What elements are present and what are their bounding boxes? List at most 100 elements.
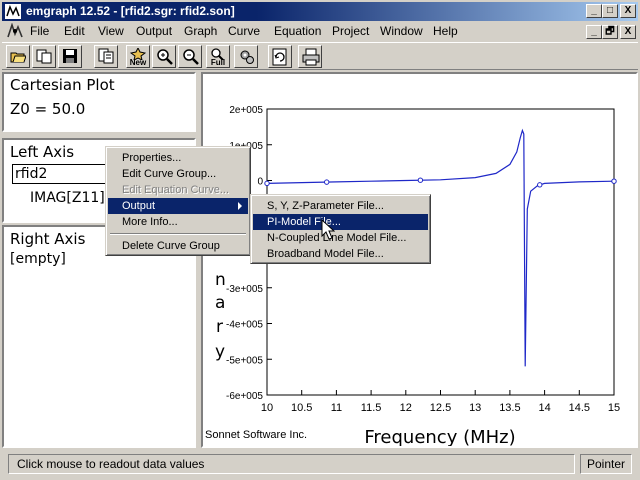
toolbar: New Full (2, 42, 638, 70)
y-tick-label: 2e+005 (229, 105, 263, 116)
maximize-button[interactable]: □ (602, 4, 618, 18)
y-label-fragment-2: a (215, 293, 225, 313)
mouse-pointer-icon (321, 219, 335, 240)
menu-broadband-model-file[interactable]: Broadband Model File... (253, 246, 428, 262)
plot-type-label: Cartesian Plot (10, 76, 115, 94)
menu-help[interactable]: Help (433, 24, 458, 38)
clipboard-icon (98, 48, 114, 64)
copy-file-button[interactable] (32, 45, 56, 68)
menu-graph[interactable]: Graph (184, 24, 217, 38)
menu-delete-curve-group[interactable]: Delete Curve Group (108, 238, 248, 254)
refresh-icon (272, 48, 287, 66)
data-point (264, 180, 270, 187)
close-button[interactable]: X (620, 4, 636, 18)
menu-window[interactable]: Window (380, 24, 423, 38)
new-button[interactable]: New (126, 45, 150, 68)
menu-more-info[interactable]: More Info... (108, 214, 248, 230)
document-icon[interactable] (6, 23, 24, 39)
zoom-in-button[interactable] (152, 45, 176, 68)
settings-icon (240, 50, 254, 64)
y-label-fragment-1: n (215, 270, 226, 290)
left-axis-heading: Left Axis (10, 143, 75, 161)
z0-label: Z0 = 50.0 (10, 100, 86, 118)
credit-label: Sonnet Software Inc. (205, 429, 307, 441)
y-tick-label: 0 (257, 177, 263, 188)
status-mode: Pointer (580, 454, 632, 474)
x-axis-label: Frequency (MHz) (364, 427, 515, 446)
data-point (323, 179, 330, 185)
print-button[interactable] (298, 45, 322, 68)
menu-view[interactable]: View (98, 24, 124, 38)
x-tick-label: 11 (331, 402, 342, 414)
copy-icon (36, 49, 52, 64)
submenu-arrow-icon (238, 202, 242, 210)
zoom-out-icon (183, 49, 199, 65)
output-submenu: S, Y, Z-Parameter File... PI-Model File.… (250, 194, 431, 264)
x-tick-label: 14.5 (569, 402, 590, 414)
menu-output-submenu[interactable]: Output (108, 198, 248, 214)
menu-separator (110, 233, 246, 235)
window-title: emgraph 12.52 - [rfid2.sgr: rfid2.son] (26, 4, 235, 18)
menu-edit-curve-group[interactable]: Edit Curve Group... (108, 166, 248, 182)
status-bar: Click mouse to readout data values Point… (2, 451, 638, 478)
menu-bar: File Edit View Output Graph Curve Equati… (2, 22, 638, 41)
title-bar[interactable]: emgraph 12.52 - [rfid2.sgr: rfid2.son] _… (2, 2, 638, 21)
menu-properties[interactable]: Properties... (108, 150, 248, 166)
print-icon (302, 48, 320, 66)
right-axis-panel[interactable]: Right Axis [empty] (2, 225, 196, 448)
zoom-in-icon (157, 49, 173, 65)
x-tick-label: 12 (400, 402, 412, 414)
menu-syz-parameter-file[interactable]: S, Y, Z-Parameter File... (253, 198, 428, 214)
y-tick-label: -4e+005 (226, 320, 263, 331)
menu-edit[interactable]: Edit (64, 24, 85, 38)
right-axis-empty-label: [empty] (10, 251, 66, 267)
right-axis-heading: Right Axis (10, 230, 86, 248)
menu-edit-equation-curve: Edit Equation Curve... (122, 184, 230, 196)
open-icon (10, 52, 26, 63)
y-tick-label: -5e+005 (226, 355, 263, 366)
mdi-restore-button[interactable]: 🗗 (602, 25, 618, 39)
x-tick-label: 11.5 (361, 402, 382, 414)
curve-item[interactable]: IMAG[Z11] (30, 190, 105, 206)
app-logo-icon (5, 4, 21, 19)
x-tick-label: 10.5 (291, 402, 312, 414)
menu-output[interactable]: Output (136, 24, 172, 38)
curve-context-menu: Properties... Edit Curve Group... Edit E… (105, 146, 251, 256)
full-label: Full (210, 58, 226, 67)
x-tick-label: 14 (538, 402, 550, 414)
menu-file[interactable]: File (30, 24, 49, 38)
x-tick-label: 12.5 (430, 402, 451, 414)
save-icon (63, 49, 77, 63)
x-tick-label: 13 (469, 402, 481, 414)
save-button[interactable] (58, 45, 82, 68)
mdi-minimize-button[interactable]: _ (586, 25, 602, 39)
new-label: New (129, 58, 147, 67)
menu-output-label: Output (122, 200, 156, 212)
zoom-full-button[interactable]: Full (206, 45, 230, 68)
x-tick-label: 15 (608, 402, 620, 414)
data-point (611, 178, 617, 184)
x-tick-label: 13.5 (499, 402, 520, 414)
data-point (417, 177, 424, 183)
y-label-fragment-4: y (215, 342, 225, 362)
data-point (537, 182, 543, 188)
clipboard-button[interactable] (94, 45, 118, 68)
x-tick-label: 10 (261, 402, 273, 414)
refresh-button[interactable] (268, 45, 292, 68)
status-message: Click mouse to readout data values (8, 454, 575, 474)
settings-button[interactable] (234, 45, 258, 68)
open-button[interactable] (6, 45, 30, 68)
curve-group-combo[interactable]: rfid2 (12, 164, 112, 184)
menu-pi-model-file[interactable]: PI-Model File... (253, 214, 428, 230)
app-window: emgraph 12.52 - [rfid2.sgr: rfid2.son] _… (0, 0, 640, 480)
menu-curve[interactable]: Curve (228, 24, 260, 38)
menu-equation[interactable]: Equation (274, 24, 321, 38)
minimize-button[interactable]: _ (586, 4, 602, 18)
menu-project[interactable]: Project (332, 24, 369, 38)
zoom-out-button[interactable] (178, 45, 202, 68)
menu-n-coupled-line-model-file[interactable]: N-Coupled Line Model File... (253, 230, 428, 246)
mdi-close-button[interactable]: X (620, 25, 636, 39)
y-tick-label: -3e+005 (226, 284, 263, 295)
plot-info-panel[interactable]: Cartesian Plot Z0 = 50.0 (2, 72, 196, 132)
y-tick-label: -6e+005 (226, 391, 263, 402)
